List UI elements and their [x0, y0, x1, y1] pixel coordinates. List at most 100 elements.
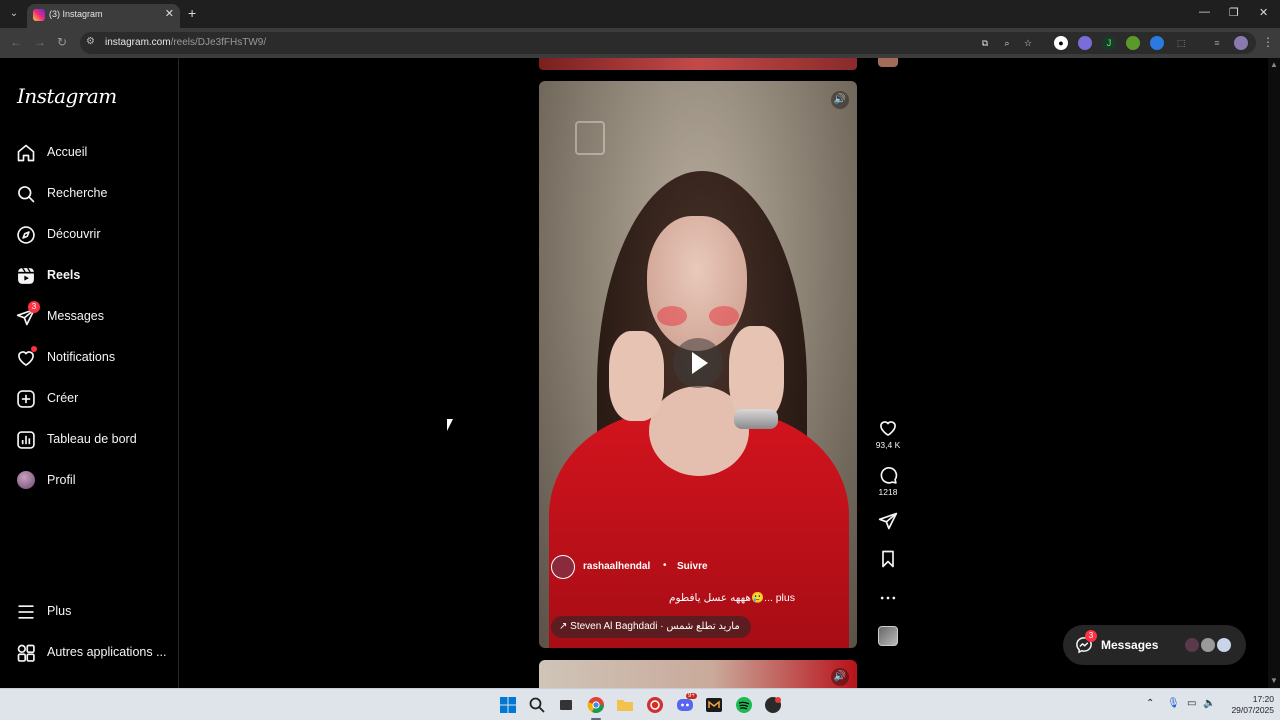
microphone-icon[interactable]: 🎙: [1167, 698, 1180, 709]
taskbar-badge: 9+: [686, 693, 697, 699]
extension-icon[interactable]: [1150, 36, 1164, 50]
extensions-puzzle-icon[interactable]: ⬚: [1174, 36, 1188, 50]
taskbar-clock[interactable]: 17:20 29/07/2025: [1222, 694, 1274, 716]
sidebar-item-label: Messages: [47, 309, 104, 323]
clock-time: 17:20: [1252, 694, 1274, 704]
share-action[interactable]: [868, 511, 908, 531]
app-dark-icon[interactable]: [705, 696, 723, 714]
volume-icon[interactable]: 🔊: [831, 91, 849, 109]
search-icon: [18, 186, 35, 203]
chrome-icon[interactable]: [587, 696, 605, 714]
bookmark-icon[interactable]: [878, 549, 898, 569]
tray-expand-icon[interactable]: ⌃: [1146, 698, 1154, 709]
sidebar-item-notifications[interactable]: Notifications: [16, 346, 176, 370]
sidebar-item-autres-applications[interactable]: Autres applications ...: [16, 641, 176, 665]
sidebar-item-plus[interactable]: Plus: [16, 600, 176, 624]
avatar: [1215, 636, 1233, 654]
reel-author-row: rashaalhendal • Suivre: [551, 555, 841, 579]
task-view-icon[interactable]: [557, 696, 575, 714]
reel-video[interactable]: 🔊 rashaalhendal • Suivre هههه عسل يافطوم…: [539, 81, 857, 648]
comment-action[interactable]: 1218: [868, 465, 908, 497]
comment-bubble-icon[interactable]: [878, 465, 898, 485]
install-app-icon[interactable]: ⧉: [978, 36, 992, 50]
more-options-action[interactable]: [868, 588, 908, 608]
scroll-up-icon[interactable]: ▲: [1270, 60, 1278, 69]
speaker-icon[interactable]: 🔈: [1203, 698, 1215, 709]
windows-start-icon[interactable]: [499, 696, 517, 714]
heart-icon[interactable]: [878, 418, 898, 438]
play-button[interactable]: [673, 338, 723, 388]
minimize-icon[interactable]: —: [1199, 6, 1210, 18]
site-info-icon[interactable]: ⚙: [86, 36, 95, 47]
close-window-icon[interactable]: ✕: [1259, 6, 1268, 19]
sidebar-item-decouvrir[interactable]: Découvrir: [16, 223, 176, 247]
reload-icon[interactable]: ↻: [57, 35, 67, 49]
profile-avatar-icon[interactable]: [1234, 36, 1248, 50]
save-action[interactable]: [868, 549, 908, 569]
mouse-cursor: [447, 419, 453, 431]
music-pill[interactable]: ↗ Steven Al Baghdadi · ماريد تطلع شمس: [551, 616, 751, 638]
sidebar-item-label: Notifications: [47, 350, 116, 364]
follow-button[interactable]: Suivre: [677, 561, 708, 572]
page-scrollbar[interactable]: [1268, 58, 1280, 688]
sidebar-item-creer[interactable]: Créer: [16, 387, 176, 411]
search-icon[interactable]: [528, 696, 546, 714]
spotify-icon[interactable]: [735, 696, 753, 714]
clock-date: 29/07/2025: [1231, 705, 1274, 715]
network-icon[interactable]: ▭: [1187, 698, 1196, 709]
bookmark-star-icon[interactable]: ☆: [1021, 36, 1035, 50]
more-dots-icon[interactable]: [878, 588, 898, 608]
previous-audio-thumbnail[interactable]: [878, 58, 898, 67]
sidebar-item-reels[interactable]: Reels: [16, 264, 176, 288]
back-icon[interactable]: ←: [10, 35, 22, 49]
extension-icon[interactable]: [1078, 36, 1092, 50]
video-frame-hand: [729, 326, 784, 421]
video-frame-hand: [609, 331, 664, 421]
sidebar-item-profil[interactable]: Profil: [16, 469, 176, 493]
browser-tabbar: ⌄ (3) Instagram ✕ + — ❐ ✕: [0, 0, 1280, 28]
address-bar[interactable]: ⚙ instagram.com/reels/DJe3fFHsTW9/ ⧉ ⌕ ☆…: [80, 32, 1256, 54]
instagram-favicon-icon: [33, 9, 45, 21]
tab-search-icon[interactable]: ⌄: [6, 6, 22, 22]
zoom-icon[interactable]: ⌕: [1000, 36, 1014, 50]
apps-grid-icon: [17, 644, 35, 662]
play-icon: [692, 352, 708, 374]
messages-pill[interactable]: 3 Messages: [1063, 625, 1246, 665]
messages-badge: 3: [28, 301, 40, 313]
extension-icon[interactable]: ●: [1054, 36, 1068, 50]
sidebar-item-label: Reels: [47, 268, 81, 282]
restore-icon[interactable]: ❐: [1229, 6, 1239, 19]
sidebar-item-tableau-de-bord[interactable]: Tableau de bord: [16, 428, 176, 452]
like-action[interactable]: 93,4 K: [868, 418, 908, 450]
sidebar-item-label: Recherche: [47, 186, 108, 200]
file-explorer-icon[interactable]: [616, 696, 634, 714]
extension-icon[interactable]: [1126, 36, 1140, 50]
sidebar-item-label: Découvrir: [47, 227, 101, 241]
new-tab-icon[interactable]: +: [188, 5, 196, 21]
sidebar-item-recherche[interactable]: Recherche: [16, 182, 176, 206]
browser-tab[interactable]: (3) Instagram ✕: [27, 4, 180, 28]
forward-icon[interactable]: →: [34, 35, 46, 49]
next-reel[interactable]: 🔊: [539, 660, 857, 688]
app-red-icon[interactable]: [646, 696, 664, 714]
author-username[interactable]: rashaalhendal: [583, 561, 650, 572]
browser-toolbar: ← → ↻ ⚙ instagram.com/reels/DJe3fFHsTW9/…: [0, 28, 1280, 58]
sidebar-item-messages[interactable]: 3 Messages: [16, 301, 176, 329]
audio-thumbnail[interactable]: [878, 626, 898, 646]
browser-menu-icon[interactable]: ⋮: [1262, 35, 1274, 49]
url-text[interactable]: instagram.com/reels/DJe3fFHsTW9/: [105, 37, 266, 48]
reel-caption[interactable]: هههه عسل يافطوم🥲... plus: [669, 591, 795, 604]
sidebar-item-label: Tableau de bord: [47, 432, 137, 446]
author-avatar[interactable]: [551, 555, 575, 579]
instagram-logo[interactable]: Instagram: [17, 84, 117, 108]
send-icon[interactable]: [878, 511, 898, 531]
extension-icon[interactable]: J: [1102, 36, 1116, 50]
notification-dot: [31, 346, 37, 352]
app-dark-dot-icon[interactable]: [764, 696, 782, 714]
tab-close-icon[interactable]: ✕: [165, 7, 174, 20]
scroll-down-icon[interactable]: ▼: [1270, 676, 1278, 685]
sidebar-item-accueil[interactable]: Accueil: [16, 141, 176, 165]
previous-reel[interactable]: [539, 58, 857, 70]
volume-icon[interactable]: 🔊: [831, 668, 849, 686]
reading-list-icon[interactable]: ≡: [1210, 36, 1224, 50]
